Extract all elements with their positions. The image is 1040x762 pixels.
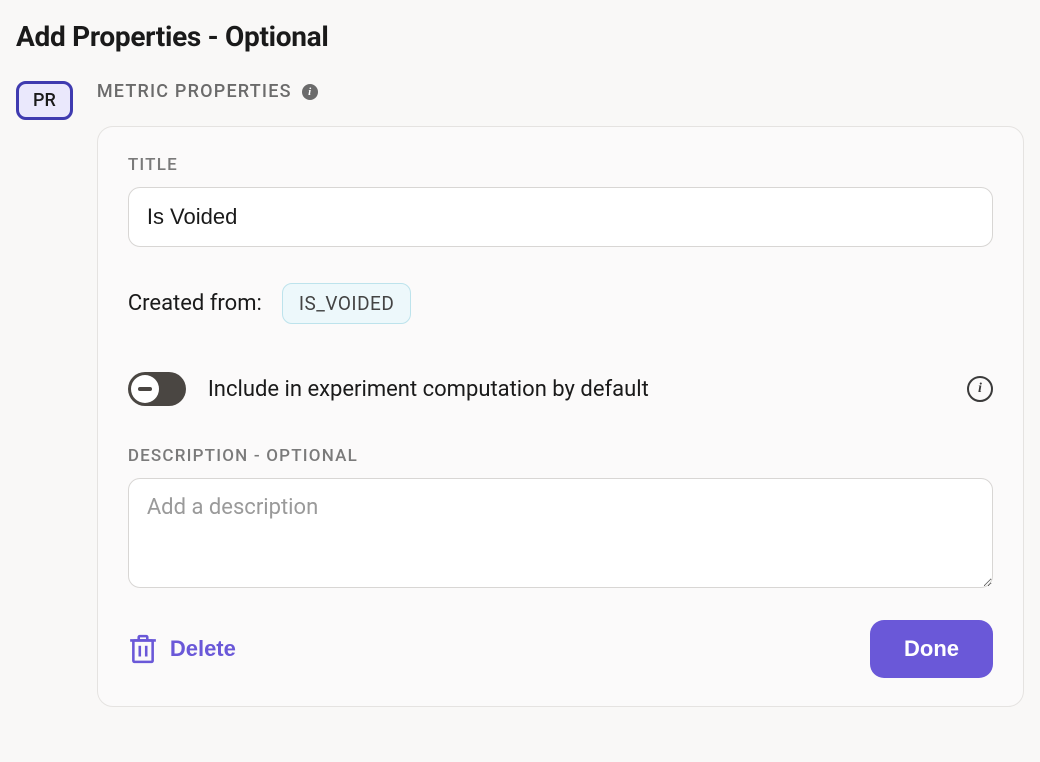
properties-card: TITLE Created from: IS_VOIDED Include in… — [97, 126, 1024, 707]
section-heading: METRIC PROPERTIES i — [97, 81, 1024, 102]
description-label: DESCRIPTION - OPTIONAL — [128, 446, 993, 466]
minus-icon — [138, 387, 152, 391]
card-footer: Delete Done — [128, 620, 993, 678]
pr-chip[interactable]: PR — [16, 81, 73, 120]
created-from-label: Created from: — [128, 291, 262, 316]
info-icon[interactable]: i — [302, 84, 318, 100]
section-heading-text: METRIC PROPERTIES — [97, 81, 292, 102]
toggle-label: Include in experiment computation by def… — [208, 377, 945, 402]
source-chip: IS_VOIDED — [282, 283, 411, 324]
info-icon[interactable]: i — [967, 376, 993, 402]
trash-icon — [130, 634, 156, 664]
delete-label: Delete — [170, 636, 236, 662]
content-row: PR METRIC PROPERTIES i TITLE Created fro… — [16, 81, 1024, 707]
created-from-row: Created from: IS_VOIDED — [128, 283, 993, 324]
toggle-thumb — [131, 375, 159, 403]
include-default-toggle[interactable] — [128, 372, 186, 406]
main-column: METRIC PROPERTIES i TITLE Created from: … — [97, 81, 1024, 707]
done-button[interactable]: Done — [870, 620, 993, 678]
title-input[interactable] — [128, 187, 993, 247]
title-label: TITLE — [128, 155, 993, 175]
page-title: Add Properties - Optional — [16, 20, 1024, 53]
description-input[interactable] — [128, 478, 993, 588]
delete-button[interactable]: Delete — [128, 630, 238, 668]
toggle-row: Include in experiment computation by def… — [128, 372, 993, 406]
